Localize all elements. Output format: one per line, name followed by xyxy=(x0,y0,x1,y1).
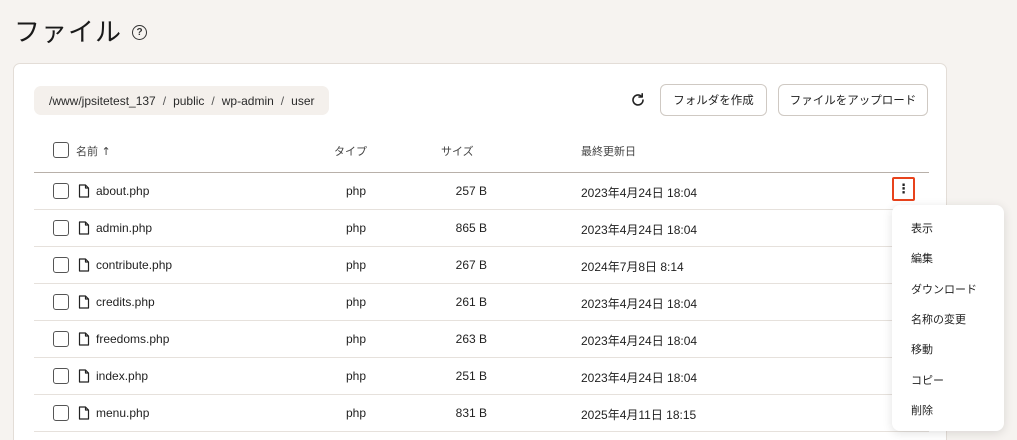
column-header-type[interactable]: タイプ xyxy=(334,143,367,159)
menu-item[interactable]: コピー xyxy=(892,364,1004,394)
file-name[interactable]: menu.php xyxy=(96,406,149,420)
file-size: 261 B xyxy=(455,295,487,309)
file-type: php xyxy=(346,332,367,346)
menu-item[interactable]: 削除 xyxy=(892,395,1004,425)
breadcrumb-separator: / xyxy=(211,93,215,108)
column-header-name[interactable]: 名前 ↑ xyxy=(76,143,111,159)
menu-item[interactable]: 名称の変更 xyxy=(892,304,1004,334)
column-header-size[interactable]: サイズ xyxy=(441,143,474,159)
row-context-menu: 表示 編集 ダウンロード 名称の変更 移動 コピー 削除 xyxy=(892,205,1004,431)
file-icon xyxy=(78,184,90,198)
file-icon xyxy=(78,258,90,272)
menu-item[interactable]: ダウンロード xyxy=(892,274,1004,304)
file-name[interactable]: admin.php xyxy=(96,221,152,235)
file-name[interactable]: contribute.php xyxy=(96,258,172,272)
breadcrumb-segment-user[interactable]: user xyxy=(291,94,314,108)
file-name[interactable]: index.php xyxy=(96,369,148,383)
table-row[interactable]: index.php php 251 B 2023年4月24日 18:04 xyxy=(34,358,929,395)
file-modified: 2023年4月24日 18:04 xyxy=(581,186,698,200)
file-name[interactable]: about.php xyxy=(96,184,149,198)
file-manager-card: /www/jpsitetest_137 / public / wp-admin … xyxy=(13,63,947,440)
file-icon xyxy=(78,369,90,383)
breadcrumb-separator: / xyxy=(280,93,285,108)
file-size: 263 B xyxy=(455,332,487,346)
table-row[interactable]: contribute.php php 267 B 2024年7月8日 8:14 xyxy=(34,247,929,284)
create-folder-button[interactable]: フォルダを作成 xyxy=(660,84,767,116)
upload-file-button[interactable]: ファイルをアップロード xyxy=(778,84,928,116)
row-checkbox[interactable] xyxy=(53,331,69,347)
menu-item[interactable]: 移動 xyxy=(892,334,1004,364)
row-checkbox[interactable] xyxy=(53,183,69,199)
file-type: php xyxy=(346,221,367,235)
file-size: 831 B xyxy=(455,406,487,420)
file-name[interactable]: credits.php xyxy=(96,295,155,309)
file-size: 267 B xyxy=(455,258,487,272)
help-icon[interactable]: ? xyxy=(132,25,148,40)
table-row[interactable]: admin.php php 865 B 2023年4月24日 18:04 xyxy=(34,210,929,247)
table-row[interactable]: freedoms.php php 263 B 2023年4月24日 18:04 xyxy=(34,321,929,358)
row-checkbox[interactable] xyxy=(53,294,69,310)
file-modified: 2023年4月24日 18:04 xyxy=(581,297,698,311)
file-modified: 2023年4月24日 18:04 xyxy=(581,371,698,385)
breadcrumb-segment-wp-admin[interactable]: wp-admin xyxy=(222,94,274,108)
file-icon xyxy=(78,406,90,420)
file-icon xyxy=(78,221,90,235)
sort-asc-icon: ↑ xyxy=(101,145,111,158)
file-type: php xyxy=(346,258,367,272)
table-header: 名前 ↑ タイプ サイズ 最終更新日 xyxy=(34,141,929,173)
breadcrumb-segment-root[interactable]: /www/jpsitetest_137 xyxy=(49,94,156,108)
table-row[interactable]: about.php php 257 B 2023年4月24日 18:04 ⋮ xyxy=(34,173,929,210)
file-type: php xyxy=(346,295,367,309)
table-row[interactable]: credits.php php 261 B 2023年4月24日 18:04 xyxy=(34,284,929,321)
row-checkbox[interactable] xyxy=(53,220,69,236)
row-checkbox[interactable] xyxy=(53,257,69,273)
column-header-name-label: 名前 xyxy=(76,145,98,158)
file-size: 251 B xyxy=(455,369,487,383)
file-name[interactable]: freedoms.php xyxy=(96,332,169,346)
file-type: php xyxy=(346,369,367,383)
file-icon xyxy=(78,332,90,346)
column-header-modified[interactable]: 最終更新日 xyxy=(581,143,636,159)
refresh-icon[interactable] xyxy=(629,91,647,109)
page-header: ファイル ? xyxy=(14,12,148,49)
file-modified: 2023年4月24日 18:04 xyxy=(581,334,698,348)
file-type: php xyxy=(346,184,367,198)
file-size: 865 B xyxy=(455,221,487,235)
file-icon xyxy=(78,295,90,309)
row-checkbox[interactable] xyxy=(53,405,69,421)
more-actions-icon[interactable]: ⋮ xyxy=(892,177,915,201)
file-modified: 2023年4月24日 18:04 xyxy=(581,223,698,237)
file-size: 257 B xyxy=(455,184,487,198)
file-modified: 2025年4月11日 18:15 xyxy=(581,408,697,422)
select-all-checkbox[interactable] xyxy=(53,142,69,158)
breadcrumb: /www/jpsitetest_137 / public / wp-admin … xyxy=(34,86,330,115)
breadcrumb-separator: / xyxy=(162,93,167,108)
table-row[interactable]: menu.php php 831 B 2025年4月11日 18:15 xyxy=(34,395,929,432)
file-modified: 2024年7月8日 8:14 xyxy=(581,260,684,274)
row-checkbox[interactable] xyxy=(53,368,69,384)
breadcrumb-segment-public[interactable]: public xyxy=(173,94,204,108)
page-title: ファイル xyxy=(14,18,123,48)
file-type: php xyxy=(346,406,367,420)
menu-item[interactable]: 表示 xyxy=(892,213,1004,243)
menu-item[interactable]: 編集 xyxy=(892,243,1004,273)
